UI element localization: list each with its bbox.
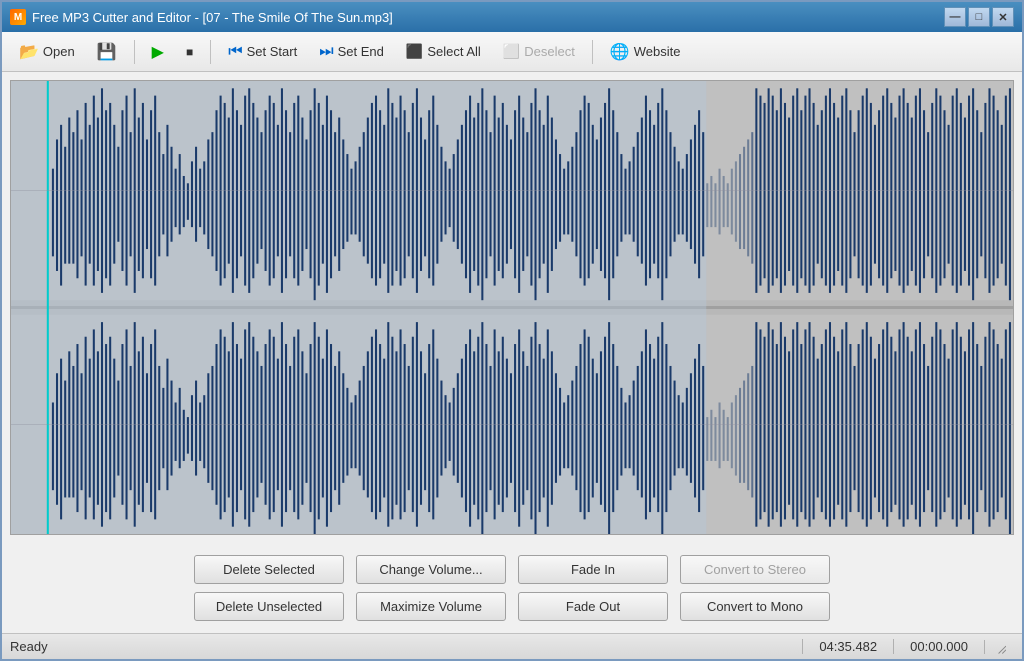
waveform-container[interactable] [10,80,1014,535]
convert-to-stereo-button[interactable]: Convert to Stereo [680,555,830,584]
separator-2 [210,40,211,64]
set-start-button[interactable]: ⏮ Set Start [219,37,306,67]
fade-out-button[interactable]: Fade Out [518,592,668,621]
save-button[interactable]: 💾 [88,37,126,67]
close-button[interactable]: ✕ [992,7,1014,27]
app-icon: M [10,9,26,25]
set-end-label: Set End [338,44,384,59]
folder-icon [19,42,39,62]
fade-in-button[interactable]: Fade In [518,555,668,584]
maximize-button[interactable]: □ [968,7,990,27]
set-start-icon: ⏮ [228,43,242,61]
change-volume-button[interactable]: Change Volume... [356,555,506,584]
status-time2: 00:00.000 [893,639,984,654]
play-button[interactable]: ▶ [143,37,173,67]
deselect-label: Deselect [524,44,575,59]
title-bar-controls: — □ ✕ [944,7,1014,27]
deselect-icon: ⬜ [503,43,520,60]
set-end-icon: ⏭ [319,43,333,61]
website-icon: 🌐 [610,42,630,62]
set-start-label: Set Start [247,44,298,59]
delete-selected-button[interactable]: Delete Selected [194,555,344,584]
select-all-label: Select All [427,44,480,59]
main-window: M Free MP3 Cutter and Editor - [07 - The… [0,0,1024,661]
website-label: Website [634,44,681,59]
stop-icon: ■ [186,45,193,59]
title-bar-left: M Free MP3 Cutter and Editor - [07 - The… [10,9,393,25]
window-title: Free MP3 Cutter and Editor - [07 - The S… [32,10,393,25]
open-button[interactable]: Open [10,37,84,67]
buttons-row-1: Delete Selected Change Volume... Fade In… [18,555,1006,584]
open-label: Open [43,44,75,59]
select-all-icon: ⬛ [406,43,423,60]
website-button[interactable]: 🌐 Website [601,37,690,67]
save-icon: 💾 [97,42,117,62]
buttons-area: Delete Selected Change Volume... Fade In… [2,543,1022,633]
toolbar: Open 💾 ▶ ■ ⏮ Set Start ⏭ Set End ⬛ Selec… [2,32,1022,72]
maximize-volume-button[interactable]: Maximize Volume [356,592,506,621]
stop-button[interactable]: ■ [177,37,202,67]
status-end-indicator [984,640,1014,654]
select-all-button[interactable]: ⬛ Select All [397,37,490,67]
convert-to-mono-button[interactable]: Convert to Mono [680,592,830,621]
status-text: Ready [10,639,802,654]
deselect-button[interactable]: ⬜ Deselect [494,37,584,67]
title-bar: M Free MP3 Cutter and Editor - [07 - The… [2,2,1022,32]
delete-unselected-button[interactable]: Delete Unselected [194,592,344,621]
minimize-button[interactable]: — [944,7,966,27]
set-end-button[interactable]: ⏭ Set End [310,37,393,67]
play-icon: ▶ [152,42,164,62]
waveform-display [11,81,1013,534]
resize-icon [993,640,1006,654]
separator-1 [134,40,135,64]
status-bar: Ready 04:35.482 00:00.000 [2,633,1022,659]
separator-3 [592,40,593,64]
status-time1: 04:35.482 [802,639,893,654]
buttons-row-2: Delete Unselected Maximize Volume Fade O… [18,592,1006,621]
